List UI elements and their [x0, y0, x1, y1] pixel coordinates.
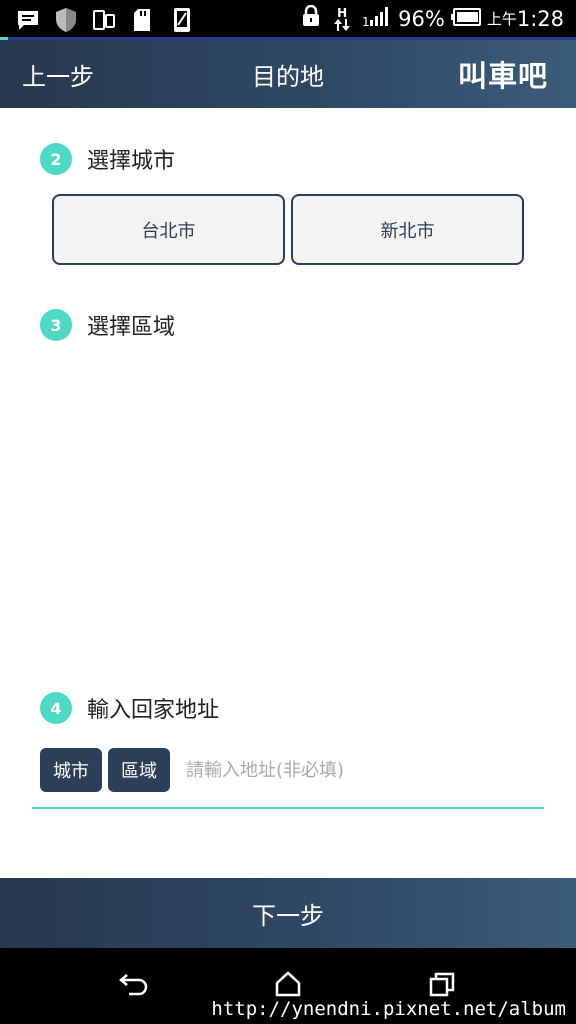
svg-text:1: 1 [362, 15, 370, 27]
city-button-taipei[interactable]: 台北市 [52, 194, 285, 265]
step-select-district: 3 選擇區域 [40, 309, 175, 341]
city-button-new-taipei[interactable]: 新北市 [291, 194, 524, 265]
sd-card-icon [130, 8, 154, 32]
step-number-badge: 4 [40, 692, 72, 724]
next-step-button[interactable]: 下一步 [0, 878, 576, 948]
devices-icon [92, 8, 116, 32]
app-logo: 叫車吧 [457, 59, 548, 93]
address-input[interactable] [186, 759, 486, 781]
address-input-underline [32, 807, 544, 809]
step-number-badge: 2 [40, 143, 72, 175]
status-right: H 1 96% 上午 1:28 [302, 0, 564, 37]
shield-icon [54, 8, 78, 32]
address-district-button[interactable]: 區域 [108, 748, 170, 792]
lock-icon [302, 4, 320, 32]
step-home-address: 4 輸入回家地址 [40, 692, 219, 724]
network-type: H [337, 5, 348, 20]
step-title: 輸入回家地址 [87, 698, 220, 723]
step-number-badge: 3 [40, 309, 72, 341]
message-icon [16, 8, 40, 32]
battery-percent: 96% [398, 6, 445, 31]
address-row: 城市 區域 [40, 748, 486, 792]
battery-icon [450, 7, 481, 31]
back-nav-icon[interactable] [114, 964, 154, 1004]
phone-icon [170, 8, 194, 32]
time-prefix: 上午 [486, 10, 517, 28]
address-city-button[interactable]: 城市 [40, 748, 102, 792]
step-title: 選擇區域 [87, 315, 176, 340]
system-nav-bar: http://ynendni.pixnet.net/album [0, 948, 576, 1024]
clock: 1:28 [516, 6, 564, 31]
status-bar: H 1 96% 上午 1:28 [0, 0, 576, 40]
step-select-city: 2 選擇城市 [40, 143, 175, 175]
data-arrows-icon: H [334, 5, 351, 31]
signal-icon: 1 [362, 5, 392, 32]
app-header: 上一步 目的地 叫車吧 [0, 40, 576, 108]
watermark-text: http://ynendni.pixnet.net/album [211, 998, 566, 1020]
step-title: 選擇城市 [87, 149, 176, 174]
